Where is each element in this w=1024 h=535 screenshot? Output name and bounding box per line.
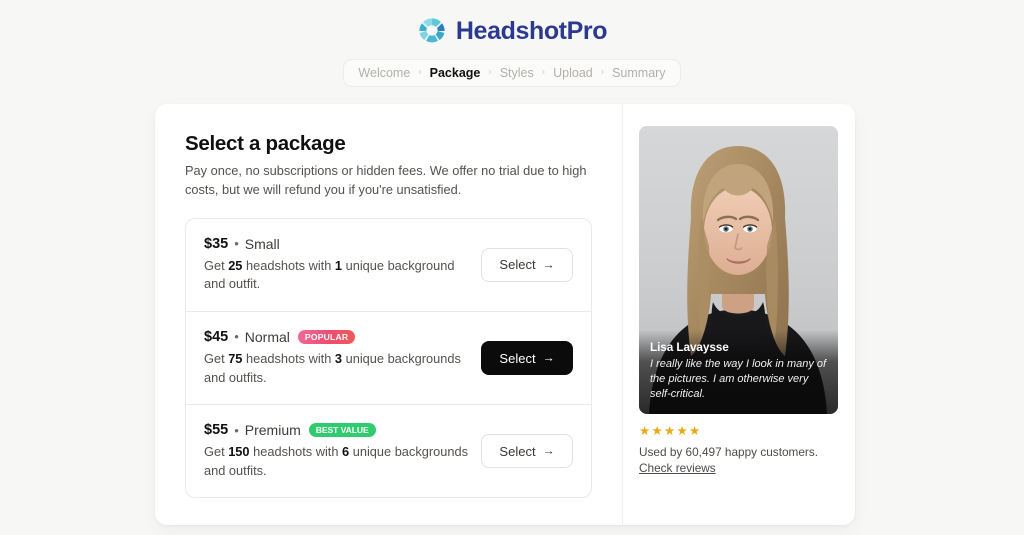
package-name: Premium — [244, 422, 301, 439]
select-button-label: Select — [499, 257, 536, 273]
chevron-right-icon: › — [488, 66, 492, 78]
bullet-separator-icon: • — [234, 422, 239, 438]
testimonial-photo: Lisa Lavaysse I really like the way I lo… — [639, 126, 838, 414]
bullet-separator-icon: • — [234, 329, 239, 345]
desc-prefix: Get — [204, 350, 229, 366]
arrow-right-icon: → — [542, 257, 555, 272]
arrow-right-icon: → — [542, 443, 555, 458]
package-heading: $45 • Normal POPULAR — [204, 329, 471, 345]
desc-headshot-count: 25 — [228, 257, 243, 273]
page-header: HeadshotPro Welcome › Package › Styles ›… — [0, 0, 1024, 87]
brand-name: HeadshotPro — [455, 16, 608, 45]
package-description: Get 25 headshots with 1 unique backgroun… — [204, 257, 471, 294]
desc-background-count: 1 — [334, 257, 343, 273]
chevron-right-icon: › — [600, 66, 605, 78]
select-button-normal[interactable]: Select → — [481, 341, 573, 376]
package-row-premium[interactable]: $55 • Premium BEST VALUE Get 150 headsho… — [186, 405, 591, 497]
desc-background-count: 3 — [334, 350, 343, 366]
check-reviews-link[interactable]: Check reviews — [639, 461, 716, 475]
select-button-label: Select — [499, 350, 536, 366]
select-button-label: Select — [499, 443, 536, 459]
testimonial-author-name: Lisa Lavaysse — [650, 340, 729, 355]
desc-headshot-count: 75 — [228, 350, 243, 366]
select-button-premium[interactable]: Select → — [481, 434, 573, 469]
page-title: Select a package — [185, 132, 346, 155]
package-list-column: Select a package Pay once, no subscripti… — [155, 104, 623, 525]
customer-count-text: Used by 60,497 happy customers. — [639, 444, 819, 459]
chevron-right-icon: › — [418, 66, 422, 78]
breadcrumb-step-styles[interactable]: Styles — [500, 66, 534, 80]
star-rating-icon: ★★★★★ — [639, 424, 702, 438]
popular-badge: POPULAR — [297, 329, 356, 345]
page-subtitle: Pay once, no subscriptions or hidden fee… — [185, 163, 587, 197]
best-value-badge: BEST VALUE — [308, 423, 376, 438]
testimonial-column: Lisa Lavaysse I really like the way I lo… — [623, 104, 855, 525]
bullet-separator-icon: • — [234, 236, 239, 252]
chevron-right-icon: › — [541, 66, 546, 78]
package-price: $45 — [204, 328, 229, 345]
breadcrumb-step-summary[interactable]: Summary — [612, 66, 665, 80]
package-info: $45 • Normal POPULAR Get 75 headshots wi… — [204, 329, 471, 387]
package-description: Get 150 headshots with 6 unique backgrou… — [204, 443, 471, 480]
testimonial-quote: I really like the way I look in many of … — [650, 358, 827, 401]
package-description: Get 75 headshots with 3 unique backgroun… — [204, 350, 471, 387]
package-info: $35 • Small Get 25 headshots with 1 uniq… — [204, 236, 471, 294]
package-heading: $35 • Small — [204, 236, 471, 252]
package-selection-card: Select a package Pay once, no subscripti… — [155, 104, 855, 525]
breadcrumb: Welcome › Package › Styles › Upload › Su… — [343, 59, 681, 87]
desc-middle: headshots with — [249, 444, 343, 460]
brand-logo[interactable]: HeadshotPro — [417, 14, 607, 48]
package-heading: $55 • Premium BEST VALUE — [204, 422, 471, 438]
breadcrumb-step-package[interactable]: Package — [430, 66, 481, 80]
desc-headshot-count: 150 — [228, 444, 250, 460]
package-price: $55 — [204, 422, 229, 439]
package-name: Small — [244, 235, 280, 252]
package-row-normal[interactable]: $45 • Normal POPULAR Get 75 headshots wi… — [186, 312, 591, 406]
desc-prefix: Get — [204, 444, 229, 460]
package-price: $35 — [204, 235, 229, 252]
package-list: $35 • Small Get 25 headshots with 1 uniq… — [185, 217, 592, 499]
testimonial-overlay: Lisa Lavaysse I really like the way I lo… — [639, 330, 838, 414]
package-row-small[interactable]: $35 • Small Get 25 headshots with 1 uniq… — [186, 219, 591, 312]
breadcrumb-step-upload[interactable]: Upload — [553, 66, 593, 80]
package-info: $55 • Premium BEST VALUE Get 150 headsho… — [204, 422, 471, 480]
desc-middle: headshots with — [242, 350, 335, 366]
desc-prefix: Get — [204, 257, 229, 273]
desc-middle: headshots with — [242, 257, 335, 273]
select-button-small[interactable]: Select → — [481, 247, 573, 282]
arrow-right-icon: → — [542, 350, 555, 365]
breadcrumb-step-welcome[interactable]: Welcome — [358, 66, 410, 80]
package-name: Normal — [244, 328, 290, 345]
headshotpro-petal-circle-icon — [417, 16, 447, 46]
